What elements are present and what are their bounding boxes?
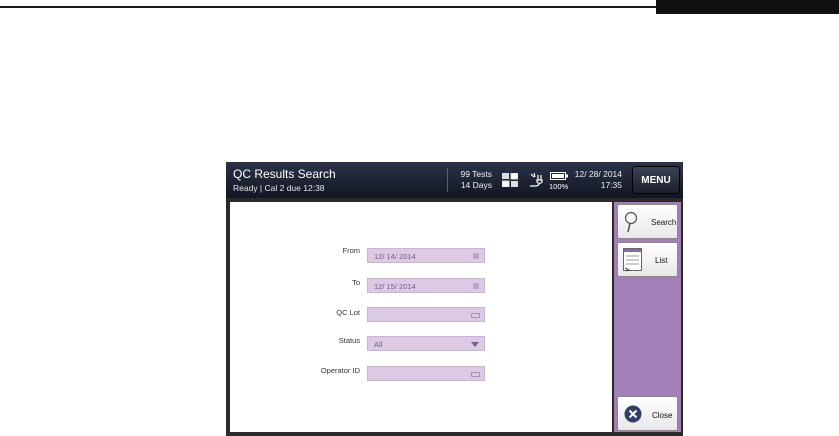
to-label: To <box>352 278 360 287</box>
title-bar: QC Results Search Ready | Cal 2 due 12:3… <box>226 162 683 198</box>
document-black-block <box>656 0 839 14</box>
qc-lot-field[interactable] <box>367 307 485 322</box>
search-button[interactable]: Search <box>617 204 678 239</box>
from-date-value: 12/ 14/ 2014 <box>374 252 416 261</box>
close-x-icon <box>624 405 642 423</box>
list-button[interactable]: List <box>617 242 678 277</box>
status-label: Status <box>338 336 360 345</box>
calendar-icon <box>473 253 479 259</box>
operator-id-label: Operator ID <box>320 366 360 375</box>
magnifier-icon <box>624 211 638 233</box>
close-label: Close <box>652 411 673 420</box>
battery-percent: 100% <box>549 182 569 191</box>
from-date-field[interactable]: 12/ 14/ 2014 <box>367 248 485 263</box>
current-time: 17:35 <box>600 180 622 190</box>
dropdown-arrow-icon <box>471 342 479 347</box>
device-screen: QC Results Search Ready | Cal 2 due 12:3… <box>226 162 683 436</box>
status-select[interactable]: All <box>367 336 485 351</box>
keyboard-icon <box>471 372 480 377</box>
connection-grid-icon <box>502 173 518 187</box>
calendar-icon <box>473 283 479 289</box>
close-button[interactable]: Close <box>617 396 678 431</box>
from-label: From <box>342 246 361 255</box>
operator-id-field[interactable] <box>367 366 485 381</box>
keyboard-icon <box>471 313 480 318</box>
status-value: All <box>374 340 383 349</box>
to-date-field[interactable]: 12/ 15/ 2014 <box>367 278 485 293</box>
list-label: List <box>655 256 668 265</box>
side-button-panel: Search List Close <box>614 202 681 432</box>
screen-title: QC Results Search <box>233 167 336 181</box>
qc-lot-label: QC Lot <box>336 308 360 317</box>
to-date-value: 12/ 15/ 2014 <box>374 282 416 291</box>
current-date: 12/ 28/ 2014 <box>574 169 622 179</box>
search-label: Search <box>651 218 677 227</box>
battery-icon <box>550 172 568 180</box>
days-count: 14 Days <box>460 180 492 190</box>
date-time: 12/ 28/ 2014 17:35 <box>570 169 622 191</box>
tests-remaining: 99 Tests 14 Days <box>446 169 492 191</box>
search-form-panel: From 12/ 14/ 2014 To 12/ 15/ 2014 QC Lot… <box>230 202 612 432</box>
status-line: Ready | Cal 2 due 12:38 <box>233 183 325 193</box>
tests-count: 99 Tests <box>460 169 492 179</box>
menu-button[interactable]: MENU <box>632 166 680 194</box>
power-plug-icon <box>530 172 543 187</box>
list-icon <box>623 248 642 272</box>
